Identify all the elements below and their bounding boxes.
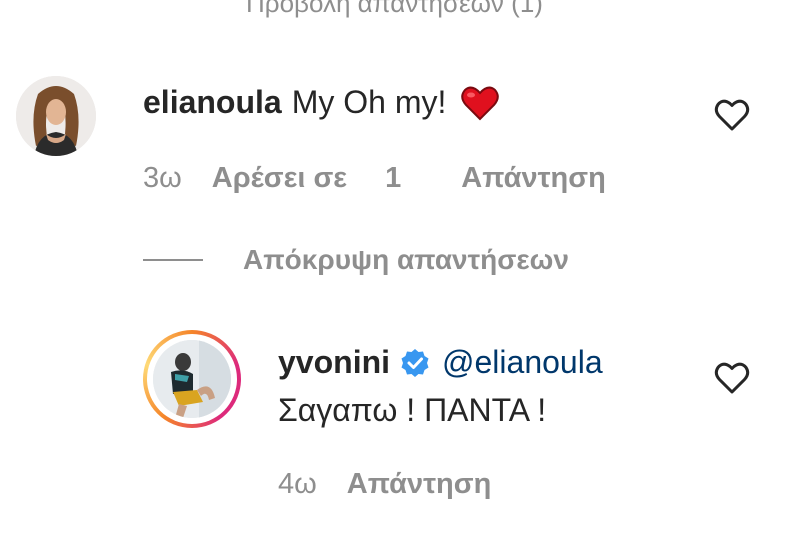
reply-button[interactable]: Απάντηση: [347, 468, 492, 501]
reply-button[interactable]: Απάντηση: [461, 162, 606, 195]
profile-photo: [16, 76, 96, 156]
avatar: [153, 340, 231, 418]
comment-username[interactable]: elianoula: [143, 84, 282, 121]
avatar[interactable]: [16, 76, 96, 156]
comment-likes[interactable]: Αρέσει σε 1: [212, 162, 432, 195]
reply-username[interactable]: yvonini: [278, 344, 390, 381]
story-ring-avatar[interactable]: [143, 330, 241, 428]
hide-replies-label: Απόκρυψη απαντήσεων: [243, 244, 569, 275]
comment-text: My Oh my!: [291, 84, 447, 120]
likes-prefix: Αρέσει σε: [211, 162, 348, 194]
likes-count: 1: [385, 162, 402, 194]
like-heart-icon[interactable]: [714, 361, 750, 395]
reply-text: Σαγαπω ! ΠΑΝΤΑ !: [278, 392, 547, 428]
avatar-ring-gap: [147, 334, 237, 424]
red-heart-emoji-icon: [460, 85, 500, 121]
divider-line: [143, 259, 203, 261]
reply-time[interactable]: 4ω: [278, 468, 317, 501]
view-replies-toggle[interactable]: Προβολή απαντήσεων (1): [246, 0, 543, 19]
verified-badge-icon: [400, 348, 430, 378]
comment-time[interactable]: 3ω: [143, 162, 182, 195]
reply-mention[interactable]: @elianoula: [442, 344, 603, 381]
reply-meta: 4ω Απάντηση: [278, 468, 521, 501]
comment-meta: 3ω Αρέσει σε 1 Απάντηση: [143, 162, 636, 195]
like-heart-icon[interactable]: [714, 98, 750, 132]
hide-replies-toggle[interactable]: Απόκρυψη απαντήσεων: [143, 244, 569, 276]
reply-header: yvonini @elianoula: [278, 344, 603, 381]
comment-line: elianoula My Oh my!: [143, 84, 500, 121]
profile-photo: [153, 340, 231, 418]
